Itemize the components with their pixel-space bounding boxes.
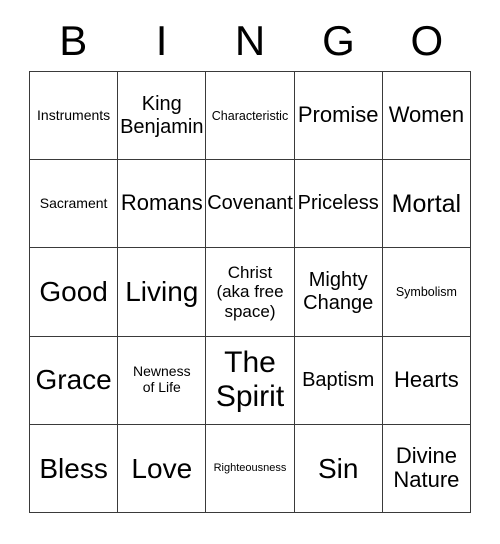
bingo-header-letter-n: N xyxy=(234,17,266,64)
bingo-cell[interactable]: Good xyxy=(30,248,119,337)
bingo-cell[interactable]: Newness of Life xyxy=(118,336,207,425)
bingo-cell[interactable]: King Benjamin xyxy=(118,72,207,161)
bingo-card: B I N G O Instruments King Benjamin Charac… xyxy=(0,0,500,544)
bingo-cell-label: Priceless xyxy=(297,192,379,215)
bingo-cell-label: Love xyxy=(131,452,193,484)
bingo-cell-label: Romans xyxy=(120,190,203,216)
bingo-cell[interactable]: Covenant xyxy=(206,160,295,249)
bingo-header-letter-b: B xyxy=(59,17,88,64)
bingo-free-space-cell[interactable]: Christ (aka free space) xyxy=(206,248,295,337)
bingo-cell-label: Sin xyxy=(317,452,359,484)
bingo-cell[interactable]: Righteousness xyxy=(206,424,295,513)
bingo-cell[interactable]: Instruments xyxy=(30,72,119,161)
bingo-cell-label: Newness of Life xyxy=(132,363,191,396)
bingo-cell[interactable]: Sacrament xyxy=(30,160,119,249)
bingo-cell[interactable]: Grace xyxy=(30,336,119,425)
bingo-cell[interactable]: Divine Nature xyxy=(382,424,471,513)
bingo-cell[interactable]: Bless xyxy=(30,424,119,513)
bingo-cell-label: Promise xyxy=(297,102,379,128)
bingo-cell-label: Mighty Change xyxy=(303,269,374,314)
bingo-header-letter-g: G xyxy=(322,17,355,64)
bingo-cell-label: Baptism xyxy=(302,368,375,391)
bingo-cell[interactable]: Romans xyxy=(118,160,207,249)
bingo-cell[interactable]: Hearts xyxy=(382,336,471,425)
bingo-cell-label: Divine Nature xyxy=(393,442,460,493)
bingo-cell-label: Good xyxy=(39,276,108,308)
bingo-cell-label: Grace xyxy=(35,364,112,396)
bingo-cell-label: Covenant xyxy=(207,192,293,215)
bingo-header-letter-o: O xyxy=(410,17,444,64)
bingo-cell-label: Characteristic xyxy=(211,108,289,123)
bingo-cell[interactable]: Promise xyxy=(294,72,383,161)
bingo-cell[interactable]: Symbolism xyxy=(382,248,471,337)
bingo-cell[interactable]: Mortal xyxy=(382,160,471,249)
bingo-cell-label: Living xyxy=(125,276,199,308)
bingo-cell[interactable]: Priceless xyxy=(294,160,383,249)
bingo-cell[interactable]: Love xyxy=(118,424,207,513)
bingo-cell-label: Instruments xyxy=(37,106,111,123)
bingo-cell[interactable]: The Spirit xyxy=(206,336,295,425)
bingo-cell-label: Bless xyxy=(39,452,108,484)
bingo-cell-label: The Spirit xyxy=(215,346,285,414)
bingo-cell[interactable]: Baptism xyxy=(294,336,383,425)
bingo-header-letter-i: I xyxy=(155,17,168,64)
bingo-header-row: B I N G O xyxy=(29,12,471,70)
bingo-cell-label: Righteousness xyxy=(213,462,287,475)
bingo-cell-label: Symbolism xyxy=(395,284,457,299)
bingo-cell[interactable]: Sin xyxy=(294,424,383,513)
bingo-cell-label: Christ (aka free space) xyxy=(216,263,284,321)
bingo-grid: Instruments King Benjamin Characteristic Pr… xyxy=(29,71,471,513)
bingo-cell[interactable]: Women xyxy=(382,72,471,161)
bingo-cell-label: Women xyxy=(388,102,465,128)
bingo-cell[interactable]: Living xyxy=(118,248,207,337)
bingo-cell[interactable]: Mighty Change xyxy=(294,248,383,337)
bingo-cell[interactable]: Characteristic xyxy=(206,72,295,161)
bingo-cell-label: Mortal xyxy=(391,189,462,218)
bingo-cell-label: Sacrament xyxy=(39,194,108,211)
bingo-cell-label: Hearts xyxy=(393,366,459,392)
bingo-cell-label: King Benjamin xyxy=(120,93,204,138)
